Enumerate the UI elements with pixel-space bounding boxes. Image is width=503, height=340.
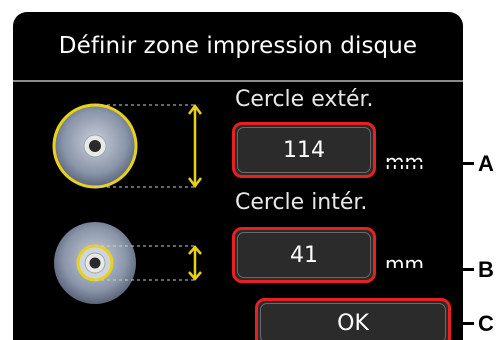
callout-line-c [452,322,474,325]
outer-circle-disc-icon [52,103,202,189]
callout-line-a [380,162,474,165]
outer-circle-label: Cercle extér. [235,87,374,112]
callout-label-b: B [478,257,494,282]
inner-circle-disc-icon [54,222,202,304]
screen-title: Définir zone impression disque [58,33,418,59]
outer-circle-value-field[interactable]: 114 [232,122,376,178]
callout-label-c: C [478,311,494,336]
printer-lcd-screen: Définir zone impression disque Cercle ex… [13,12,463,340]
ok-button-label: OK [260,303,446,340]
inner-circle-value-field[interactable]: 41 [232,227,376,283]
inner-circle-label: Cercle intér. [235,190,368,215]
callout-label-a: A [478,151,494,176]
callout-line-b [380,268,474,271]
inner-circle-value: 41 [237,232,371,278]
title-divider [13,80,463,82]
ok-button[interactable]: OK [255,298,451,340]
inner-circle-unit: mm [385,252,424,276]
outer-circle-value: 114 [237,127,371,173]
